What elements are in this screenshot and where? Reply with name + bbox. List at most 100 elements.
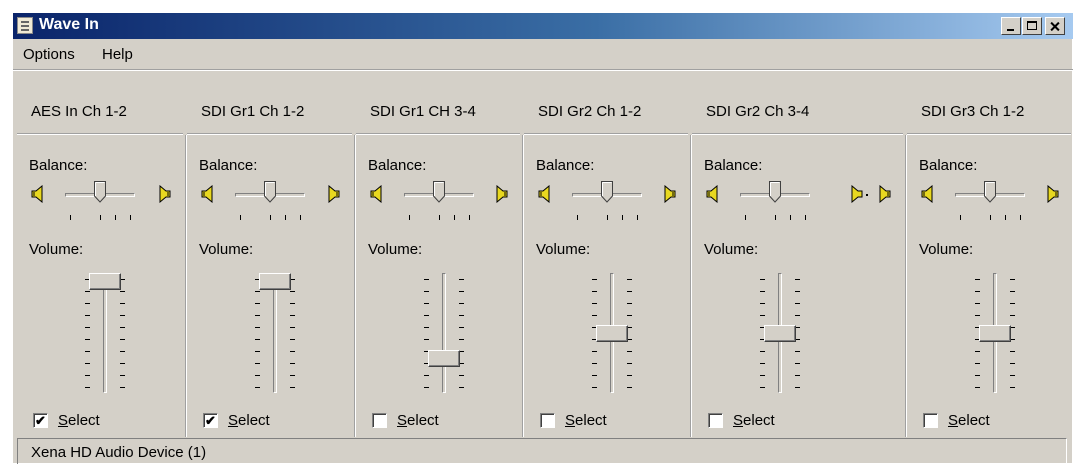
- volume-tick: [459, 375, 464, 376]
- balance-tick: [1005, 215, 1006, 220]
- balance-tick: [637, 215, 638, 220]
- volume-label: Volume:: [704, 241, 759, 258]
- volume-tick: [255, 339, 260, 340]
- volume-thumb[interactable]: [89, 273, 121, 290]
- balance-tick: [300, 215, 301, 220]
- volume-tick: [975, 375, 980, 376]
- volume-tick: [592, 315, 597, 316]
- select-checkbox[interactable]: [372, 413, 387, 428]
- volume-tick: [795, 279, 800, 280]
- volume-tick: [459, 303, 464, 304]
- check-mark-icon: ✔: [35, 413, 46, 428]
- status-bar: Xena HD Audio Device (1): [17, 438, 1067, 464]
- speaker-small-icon: [847, 184, 869, 208]
- select-checkbox[interactable]: [923, 413, 938, 428]
- header-divider: [524, 133, 688, 135]
- volume-thumb[interactable]: [428, 350, 460, 368]
- volume-track[interactable]: [442, 273, 446, 393]
- balance-thumb[interactable]: [94, 181, 106, 203]
- volume-tick: [424, 303, 429, 304]
- volume-tick: [795, 387, 800, 388]
- volume-tick: [592, 387, 597, 388]
- balance-thumb[interactable]: [769, 181, 781, 203]
- channel-name: SDI Gr2 Ch 1-2: [538, 103, 642, 120]
- volume-tick: [85, 375, 90, 376]
- volume-tick: [627, 315, 632, 316]
- volume-tick: [255, 363, 260, 364]
- speaker-left-icon: [201, 184, 217, 204]
- select-label[interactable]: Select: [397, 412, 439, 429]
- volume-track[interactable]: [103, 273, 107, 393]
- volume-track[interactable]: [273, 273, 277, 393]
- volume-tick: [424, 291, 429, 292]
- close-button[interactable]: [1045, 17, 1065, 35]
- volume-thumb[interactable]: [596, 324, 628, 342]
- speaker-left-icon: [31, 184, 47, 204]
- volume-tick: [424, 279, 429, 280]
- balance-tick: [115, 215, 116, 220]
- volume-tick: [290, 351, 295, 352]
- volume-tick: [255, 387, 260, 388]
- balance-label: Balance:: [368, 157, 427, 174]
- volume-tick: [459, 279, 464, 280]
- volume-tick: [255, 351, 260, 352]
- volume-tick: [975, 315, 980, 316]
- title-bar[interactable]: Wave In: [13, 13, 1073, 39]
- select-label[interactable]: Select: [58, 412, 100, 429]
- balance-tick: [790, 215, 791, 220]
- select-mnemonic: S: [948, 412, 959, 429]
- volume-tick: [120, 327, 125, 328]
- minimize-button[interactable]: [1001, 17, 1021, 35]
- balance-tick: [130, 215, 131, 220]
- select-mnemonic: S: [565, 412, 576, 429]
- channel-strip: SDI Gr3 Ch 1-2 Balance: Volume: Select: [907, 73, 1073, 437]
- volume-thumb[interactable]: [764, 324, 796, 342]
- channel-strip: SDI Gr2 Ch 1-2 Balance: Volume: Select: [524, 73, 692, 437]
- header-divider: [17, 133, 183, 135]
- select-checkbox[interactable]: [540, 413, 555, 428]
- volume-tick: [290, 303, 295, 304]
- volume-thumb[interactable]: [979, 324, 1011, 342]
- select-label-rest: elect: [743, 412, 775, 429]
- volume-tick: [290, 291, 295, 292]
- select-label-rest: elect: [575, 412, 607, 429]
- select-checkbox[interactable]: ✔: [33, 413, 48, 428]
- select-label[interactable]: Select: [565, 412, 607, 429]
- app-icon[interactable]: [17, 17, 33, 34]
- balance-thumb[interactable]: [264, 181, 276, 203]
- volume-tick: [255, 327, 260, 328]
- balance-thumb[interactable]: [601, 181, 613, 203]
- speaker-left-icon: [538, 184, 554, 204]
- select-label[interactable]: Select: [733, 412, 775, 429]
- select-mnemonic: S: [733, 412, 744, 429]
- volume-tick: [795, 363, 800, 364]
- menu-options[interactable]: Options: [23, 46, 75, 63]
- volume-tick: [459, 315, 464, 316]
- balance-tick: [577, 215, 578, 220]
- volume-tick: [760, 375, 765, 376]
- volume-tick: [975, 303, 980, 304]
- volume-label: Volume:: [919, 241, 974, 258]
- volume-tick: [627, 303, 632, 304]
- volume-tick: [795, 315, 800, 316]
- volume-tick: [85, 291, 90, 292]
- select-label-rest: elect: [68, 412, 100, 429]
- select-checkbox[interactable]: [708, 413, 723, 428]
- volume-tick: [120, 303, 125, 304]
- volume-tick: [255, 291, 260, 292]
- balance-tick: [990, 215, 991, 220]
- volume-label: Volume:: [199, 241, 254, 258]
- balance-thumb[interactable]: [984, 181, 996, 203]
- select-checkbox[interactable]: ✔: [203, 413, 218, 428]
- select-label[interactable]: Select: [228, 412, 270, 429]
- balance-thumb[interactable]: [433, 181, 445, 203]
- volume-tick: [85, 351, 90, 352]
- volume-thumb[interactable]: [259, 273, 291, 290]
- status-text: Xena HD Audio Device (1): [31, 444, 207, 461]
- maximize-button[interactable]: [1022, 17, 1042, 35]
- volume-tick: [795, 291, 800, 292]
- select-label-rest: elect: [407, 412, 439, 429]
- select-label[interactable]: Select: [948, 412, 990, 429]
- window-title: Wave In: [39, 16, 99, 33]
- menu-help[interactable]: Help: [102, 46, 133, 63]
